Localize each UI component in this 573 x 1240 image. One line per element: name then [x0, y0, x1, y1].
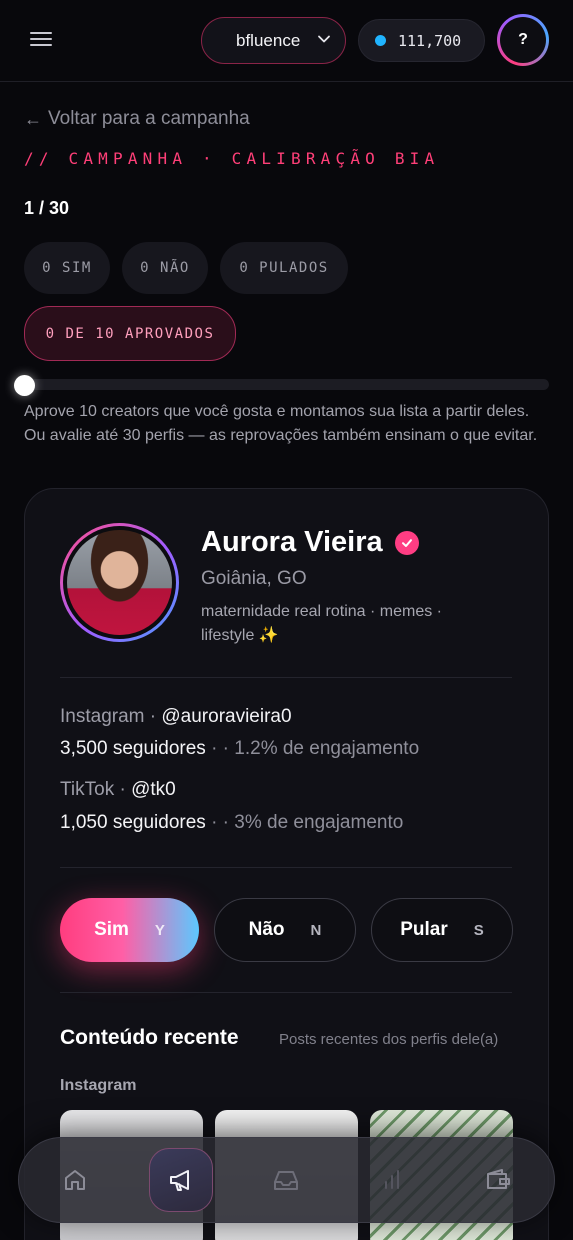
- skip-shortcut: S: [473, 921, 484, 939]
- brand-name: bfluence: [236, 30, 301, 50]
- no-button[interactable]: Não N: [214, 898, 356, 962]
- creator-name-row: Aurora Vieira: [201, 526, 419, 559]
- instagram-engagement: 1.2% de engajamento: [234, 738, 420, 759]
- instagram-handle[interactable]: @auroravieira0: [161, 706, 291, 727]
- help-icon: ?: [500, 17, 546, 63]
- menu-icon[interactable]: [30, 28, 58, 52]
- creator-name: Aurora Vieira: [201, 526, 383, 558]
- calibration-hint: Aprove 10 creators que você gosta e mont…: [24, 403, 538, 444]
- skipped-count-pill: 0 PULADOS: [220, 242, 348, 294]
- progress-knob[interactable]: [13, 375, 35, 396]
- avatar-photo: [67, 530, 172, 635]
- wallet-icon[interactable]: [481, 1163, 515, 1197]
- megaphone-icon: [170, 1170, 189, 1191]
- chart-icon[interactable]: [375, 1163, 409, 1197]
- credits-badge[interactable]: 111,700: [358, 19, 485, 62]
- top-bar: bfluence 111,700 ?: [0, 0, 573, 82]
- yes-button-label: Sim: [94, 919, 129, 940]
- instagram-followers: 3,500 seguidores: [60, 738, 206, 759]
- no-shortcut: N: [310, 921, 322, 939]
- tiktok-row: TikTok · @tk0: [60, 779, 176, 800]
- skip-button-label: Pular: [400, 919, 448, 940]
- inbox-icon[interactable]: [269, 1163, 303, 1197]
- help-button[interactable]: ?: [497, 14, 549, 66]
- creator-bio: maternidade real rotina · memes · lifest…: [201, 603, 442, 644]
- arrow-left-icon: ←: [24, 108, 42, 129]
- recent-platform-label: Instagram: [60, 1077, 137, 1094]
- tiktok-followers: 1,050 seguidores: [60, 812, 206, 833]
- avatar: [60, 523, 179, 642]
- divider: [60, 867, 512, 868]
- home-icon[interactable]: [58, 1163, 92, 1197]
- tiktok-platform: TikTok: [60, 779, 115, 800]
- no-button-label: Não: [248, 919, 285, 940]
- skip-button[interactable]: Pular S: [371, 898, 513, 962]
- divider: [60, 677, 512, 678]
- instagram-stats: 3,500 seguidores · · 1.2% de engajamento: [60, 738, 420, 759]
- instagram-row: Instagram · @auroravieira0: [60, 706, 292, 727]
- back-link[interactable]: ← Voltar para a campanha: [24, 108, 250, 130]
- yes-shortcut: Y: [154, 921, 165, 939]
- tiktok-handle[interactable]: @tk0: [131, 779, 176, 800]
- chevron-down-icon: [318, 35, 330, 43]
- back-link-label: Voltar para a campanha: [48, 108, 250, 129]
- yes-button[interactable]: Sim Y: [60, 898, 199, 962]
- divider: [60, 992, 512, 993]
- creator-location: Goiânia, GO: [201, 568, 307, 589]
- recent-content-subtitle: Posts recentes dos perfis dele(a): [279, 1031, 499, 1048]
- yes-count-pill: 0 SIM: [24, 242, 110, 294]
- progress-track: [24, 379, 549, 390]
- campaign-eyebrow: // CAMPANHA · CALIBRAÇÃO BIA: [24, 149, 440, 168]
- approved-count-pill: 0 DE 10 APROVADOS: [24, 306, 236, 361]
- credit-dot-icon: [375, 35, 386, 46]
- brand-selector[interactable]: bfluence: [201, 17, 346, 64]
- tiktok-engagement: 3% de engajamento: [234, 812, 404, 833]
- recent-content-title: Conteúdo recente: [60, 1026, 239, 1049]
- tiktok-stats: 1,050 seguidores · · 3% de engajamento: [60, 812, 404, 833]
- progress-count: 1 / 30: [24, 198, 70, 218]
- verified-check-icon: [394, 530, 419, 555]
- campaigns-nav-button[interactable]: [149, 1148, 213, 1212]
- credits-value: 111,700: [398, 31, 462, 50]
- no-count-pill: 0 NÃO: [122, 242, 208, 294]
- instagram-platform: Instagram: [60, 706, 145, 727]
